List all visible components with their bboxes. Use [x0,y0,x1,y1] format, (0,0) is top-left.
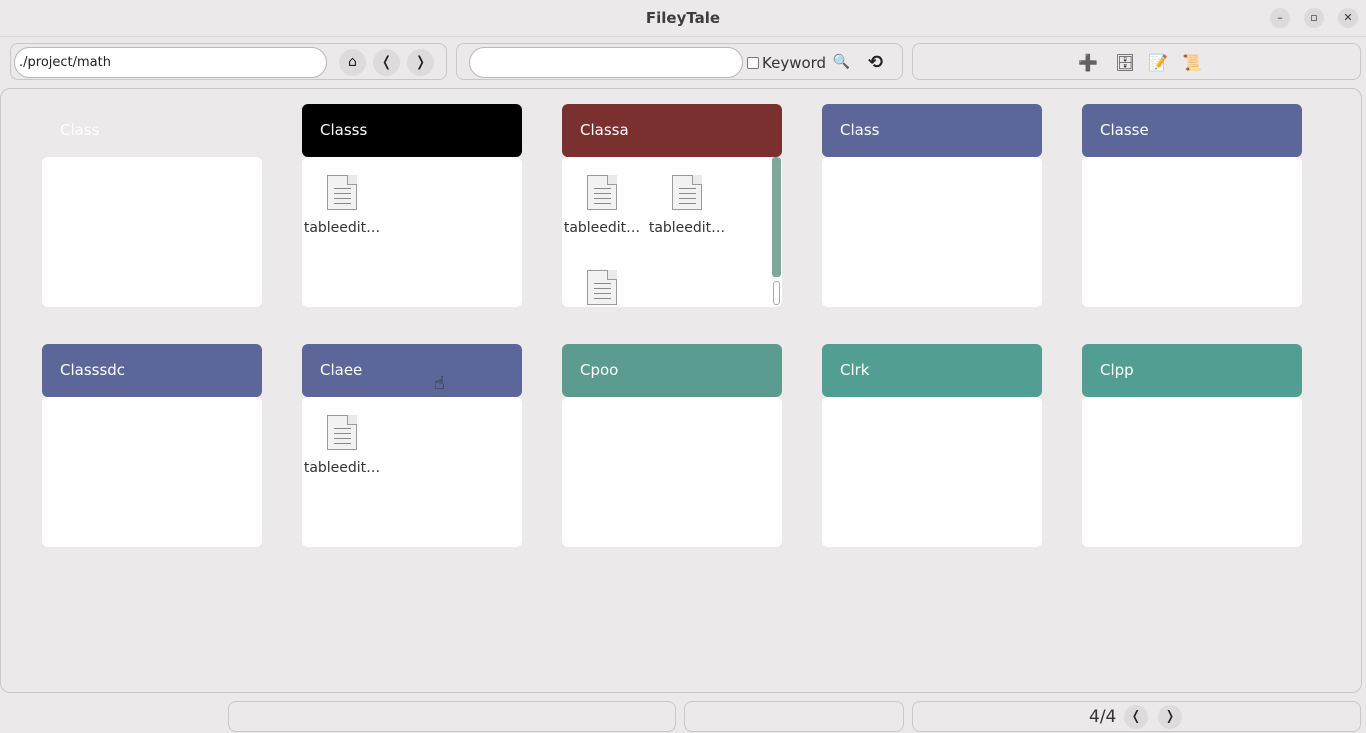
home-icon[interactable]: ⌂ [339,49,366,76]
file-item[interactable]: tableedit… [562,175,642,236]
category-card[interactable]: Clrk [822,344,1042,547]
pagination: 4/4 ❬ ❭ [912,701,1361,732]
category-card[interactable]: Classa tableedit… tableedit… [562,104,782,307]
file-item[interactable]: tableedit… [302,415,382,476]
file-item[interactable] [562,270,642,307]
document-icon [327,175,357,210]
minimize-button[interactable]: – [1270,8,1290,28]
forward-icon[interactable]: ❭ [407,49,434,76]
category-card[interactable]: Claee tableedit… [302,344,522,547]
keyword-label: Keyword [762,54,827,72]
document-icon [587,175,617,210]
keyword-checkbox[interactable] [747,57,759,69]
window-title: FileyTale [645,9,721,27]
category-card[interactable]: Class [42,104,262,307]
search-toolbar: Keyword 🔍 ⟲ [456,43,903,80]
board-panel: Class Classs tableedit… Classa tableedit… tab… [0,88,1362,693]
close-button[interactable]: ✕ [1338,8,1358,28]
back-icon[interactable]: ❬ [373,49,400,76]
add-icon[interactable]: ➕ [1074,49,1102,77]
category-body: tableedit… tableedit… [562,157,782,307]
category-body [822,397,1042,547]
title-bar: FileyTale – ▫ ✕ [0,0,1366,37]
file-name: tableedit… [303,220,381,236]
scrollbar-thumb[interactable] [772,157,781,277]
category-card[interactable]: Cpoo [562,344,782,547]
category-header[interactable]: Classa [562,104,782,157]
status-segment-left [228,701,676,732]
category-card[interactable]: Clpp [1082,344,1302,547]
path-toolbar: ./project/math ⌂ ❬ ❭ [10,43,447,80]
category-header[interactable]: Classs [302,104,522,157]
category-header[interactable]: Claee [302,344,522,397]
category-body [42,157,262,307]
cabinet-icon[interactable]: 🗄 [1111,49,1139,77]
file-name: tableedit… [648,220,726,236]
category-card[interactable]: Class [822,104,1042,307]
search-icon[interactable]: 🔍 [828,49,855,76]
category-header[interactable]: Cpoo [562,344,782,397]
next-page-icon[interactable]: ❭ [1158,705,1182,729]
document-icon [587,270,617,305]
card-scrollbar[interactable] [772,157,781,307]
status-segment-middle [684,701,904,732]
hand-cursor-icon: ☝ [434,373,445,394]
page-indicator: 4/4 [1089,707,1117,727]
category-body [1082,397,1302,547]
file-item[interactable]: tableedit… [647,175,727,236]
category-header[interactable]: Clrk [822,344,1042,397]
category-body [562,397,782,547]
document-icon [327,415,357,450]
search-input[interactable] [469,47,743,78]
path-input[interactable]: ./project/math [14,47,327,78]
category-card[interactable]: Classs tableedit… [302,104,522,307]
actions-toolbar: ➕ 🗄 📝 📜 [912,43,1361,80]
category-header[interactable]: Class [822,104,1042,157]
category-header[interactable]: Classe [1082,104,1302,157]
category-header[interactable]: Classsdc [42,344,262,397]
category-card[interactable]: Classsdc [42,344,262,547]
scrollbar-track[interactable] [773,281,780,305]
category-body: tableedit… [302,157,522,307]
file-item[interactable]: tableedit… [302,175,382,236]
scroll-icon[interactable]: 📜 [1178,49,1206,77]
file-name: tableedit… [563,220,641,236]
category-body: tableedit… [302,397,522,547]
category-header[interactable]: Clpp [1082,344,1302,397]
category-body [822,157,1042,307]
file-name: tableedit… [303,460,381,476]
category-card[interactable]: Classe [1082,104,1302,307]
document-icon [672,175,702,210]
category-header[interactable]: Class [42,104,262,157]
category-body [42,397,262,547]
keyword-toggle[interactable]: Keyword [747,54,826,72]
prev-page-icon[interactable]: ❬ [1124,705,1148,729]
refresh-icon[interactable]: ⟲ [862,49,889,76]
memo-icon[interactable]: 📝 [1144,49,1172,77]
restore-button[interactable]: ▫ [1304,8,1324,28]
category-body [1082,157,1302,307]
